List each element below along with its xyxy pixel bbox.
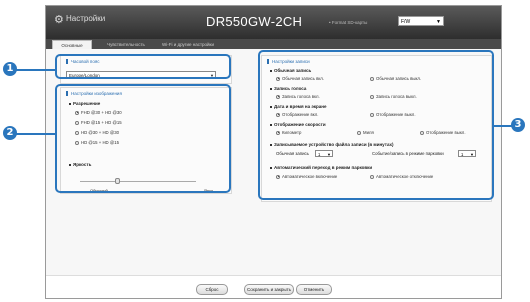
chevron-down-icon: ▼ [436, 19, 441, 25]
model-name: DR550GW-2CH [206, 14, 303, 29]
callout-badge-3: 3 [511, 118, 525, 132]
callout-badge-1: 1 [3, 62, 17, 76]
callout-line-3 [494, 125, 512, 127]
reset-button[interactable]: Сброс [196, 284, 228, 295]
save-close-button[interactable]: Сохранить и закрыть [244, 284, 294, 295]
callout-highlight-2 [55, 84, 231, 193]
tab-wifi[interactable]: Wi-Fi и другие настройки [158, 40, 218, 49]
button-bar: Сброс Сохранить и закрыть Отменить [46, 275, 501, 298]
fw-select[interactable]: F/W ▼ [398, 16, 444, 26]
tab-sensitivity[interactable]: Чувствительность [100, 40, 152, 49]
tab-bar: Основные Чувствительность Wi-Fi и другие… [46, 39, 501, 50]
header-bar: ⚙ Настройки DR550GW-2CH • Format SD-карт… [46, 6, 501, 39]
callout-line-1 [16, 69, 56, 71]
fw-value: F/W [401, 19, 411, 25]
sd-format-link[interactable]: • Format SD-карты [329, 20, 367, 25]
callout-line-2 [16, 133, 56, 135]
gear-icon: ⚙ [54, 14, 64, 26]
cancel-button[interactable]: Отменить [296, 284, 332, 295]
app-title: Настройки [66, 14, 106, 23]
callout-highlight-1 [55, 54, 231, 79]
callout-highlight-3 [258, 50, 494, 200]
callout-badge-2: 2 [3, 126, 17, 140]
